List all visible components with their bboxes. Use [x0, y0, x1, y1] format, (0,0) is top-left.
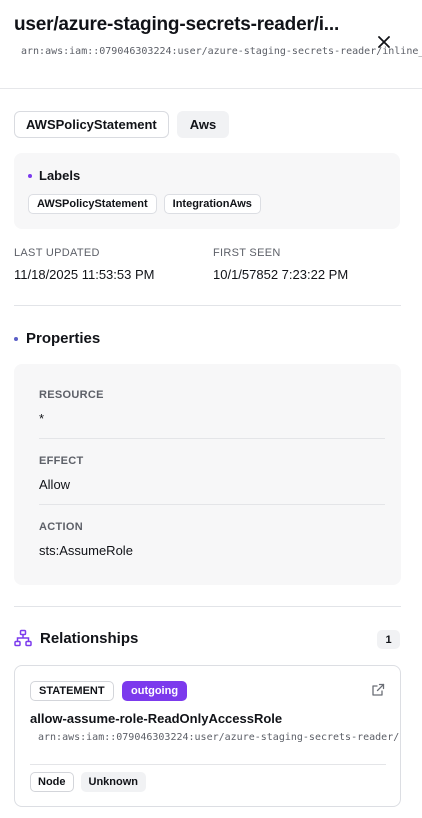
property-divider: [39, 438, 385, 439]
section-divider: [14, 305, 401, 306]
relationships-heading: Relationships: [14, 629, 138, 647]
last-updated-value: 11/18/2025 11:53:53 PM: [14, 267, 155, 282]
labels-heading-text: Labels: [39, 168, 81, 183]
label-chips: AWSPolicyStatement IntegrationAws: [28, 194, 261, 214]
type-chip-secondary: Aws: [176, 111, 230, 138]
section-divider: [14, 606, 401, 607]
open-relationship-button[interactable]: [371, 683, 387, 699]
label-chip: IntegrationAws: [163, 194, 261, 214]
resource-arn: arn:aws:iam::079046303224:user/azure-sta…: [21, 46, 422, 57]
relationship-tag: Unknown: [80, 772, 146, 792]
property-label: EFFECT: [39, 455, 84, 467]
relationship-arn: arn:aws:iam::079046303224:user/azure-sta…: [38, 732, 400, 743]
property-action: ACTION sts:AssumeRole: [39, 521, 385, 558]
property-label: RESOURCE: [39, 389, 104, 401]
relationships-heading-text: Relationships: [40, 629, 139, 647]
relationship-divider: [30, 764, 386, 765]
first-seen-label: FIRST SEEN: [213, 247, 281, 259]
relationships-count-badge: 1: [377, 630, 400, 649]
close-button[interactable]: [374, 32, 394, 52]
type-chip-primary: AWSPolicyStatement: [14, 111, 169, 138]
labels-card: Labels AWSPolicyStatement IntegrationAws: [14, 153, 400, 229]
bullet-dot-icon: [28, 173, 32, 178]
relationship-direction-badge: outgoing: [122, 681, 188, 701]
last-updated-label: LAST UPDATED: [14, 247, 100, 259]
type-chips: AWSPolicyStatement Aws: [14, 111, 230, 138]
relationship-tag: Node: [30, 772, 74, 792]
property-resource: RESOURCE *: [39, 389, 385, 426]
labels-heading: Labels: [28, 168, 80, 183]
panel-header: user/azure-staging-secrets-reader/i... a…: [0, 0, 422, 89]
relationship-name: allow-assume-role-ReadOnlyAccessRole: [30, 711, 283, 726]
bullet-dot-icon: [14, 336, 18, 341]
property-value: sts:AssumeRole: [39, 543, 133, 558]
property-value: Allow: [39, 477, 71, 492]
hierarchy-icon: [14, 629, 32, 647]
properties-heading: Properties: [14, 330, 100, 347]
property-value: *: [39, 411, 45, 426]
properties-card: RESOURCE * EFFECT Allow ACTION sts:Assum…: [14, 364, 401, 585]
close-icon: [378, 36, 390, 48]
page-title: user/azure-staging-secrets-reader/i...: [14, 14, 340, 35]
label-chip: AWSPolicyStatement: [28, 194, 157, 214]
relationship-tags: Node Unknown: [30, 772, 146, 792]
external-link-icon: [372, 683, 385, 696]
relationship-card[interactable]: STATEMENT outgoing allow-assume-role-Rea…: [14, 665, 401, 807]
property-label: ACTION: [39, 521, 83, 533]
property-divider: [39, 504, 385, 505]
properties-heading-text: Properties: [26, 330, 101, 347]
relationship-type-chip: STATEMENT: [30, 681, 114, 701]
property-effect: EFFECT Allow: [39, 455, 385, 492]
first-seen-value: 10/1/57852 7:23:22 PM: [213, 267, 349, 282]
